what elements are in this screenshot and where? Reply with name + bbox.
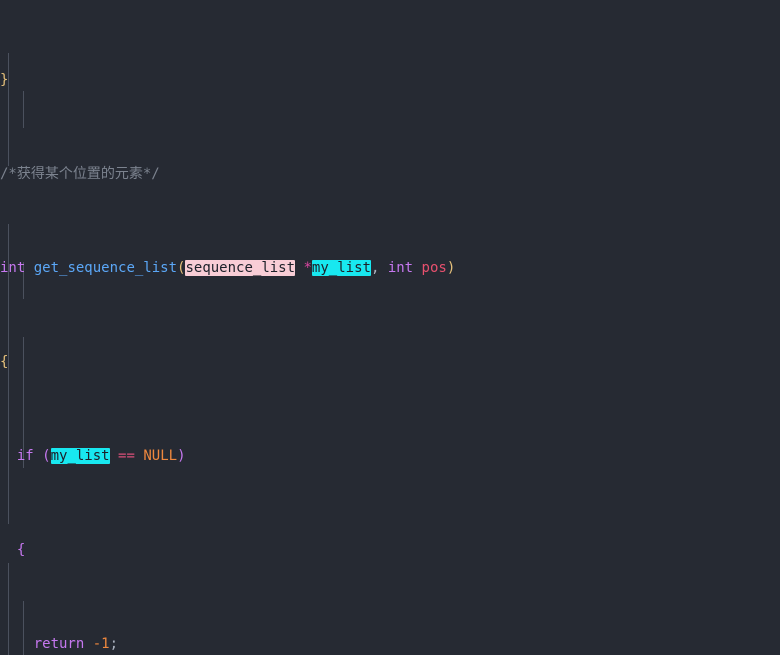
number-literal: -1 xyxy=(92,636,110,653)
code-line[interactable]: if (my_list == NULL) xyxy=(0,447,780,466)
code-line[interactable]: } xyxy=(0,71,780,90)
paren-close: ) xyxy=(177,448,186,465)
code-line[interactable]: int get_sequence_list(sequence_list *my_… xyxy=(0,259,780,278)
semicolon: ; xyxy=(109,636,119,653)
keyword-if: if xyxy=(16,448,34,465)
pointer-star: * xyxy=(303,260,312,277)
keyword-return: return xyxy=(33,636,85,653)
code-line[interactable]: /*获得某个位置的元素*/ xyxy=(0,165,780,184)
operator-eqeq: == xyxy=(118,448,135,465)
param-pos: pos xyxy=(421,260,447,277)
var-my-list: my_list xyxy=(50,448,110,465)
type-sequence-list: sequence_list xyxy=(185,260,296,277)
keyword-int: int xyxy=(387,260,414,277)
brace-open: { xyxy=(16,542,26,559)
code-line[interactable]: { xyxy=(0,353,780,372)
var-my-list: my_list xyxy=(311,260,371,277)
paren-open: ( xyxy=(42,448,51,465)
code-content[interactable]: } /*获得某个位置的元素*/ int get_sequence_list(se… xyxy=(0,0,780,655)
code-line[interactable]: return -1; xyxy=(0,635,780,654)
block-comment: /*获得某个位置的元素*/ xyxy=(0,166,160,183)
function-name-get: get_sequence_list xyxy=(33,260,178,277)
code-editor[interactable]: } /*获得某个位置的元素*/ int get_sequence_list(se… xyxy=(0,0,780,655)
code-line[interactable]: { xyxy=(0,541,780,560)
brace-open: { xyxy=(0,354,9,371)
keyword-null: NULL xyxy=(143,448,178,465)
paren-close: ) xyxy=(446,260,456,277)
closing-brace: } xyxy=(0,72,9,89)
keyword-int: int xyxy=(0,260,26,277)
